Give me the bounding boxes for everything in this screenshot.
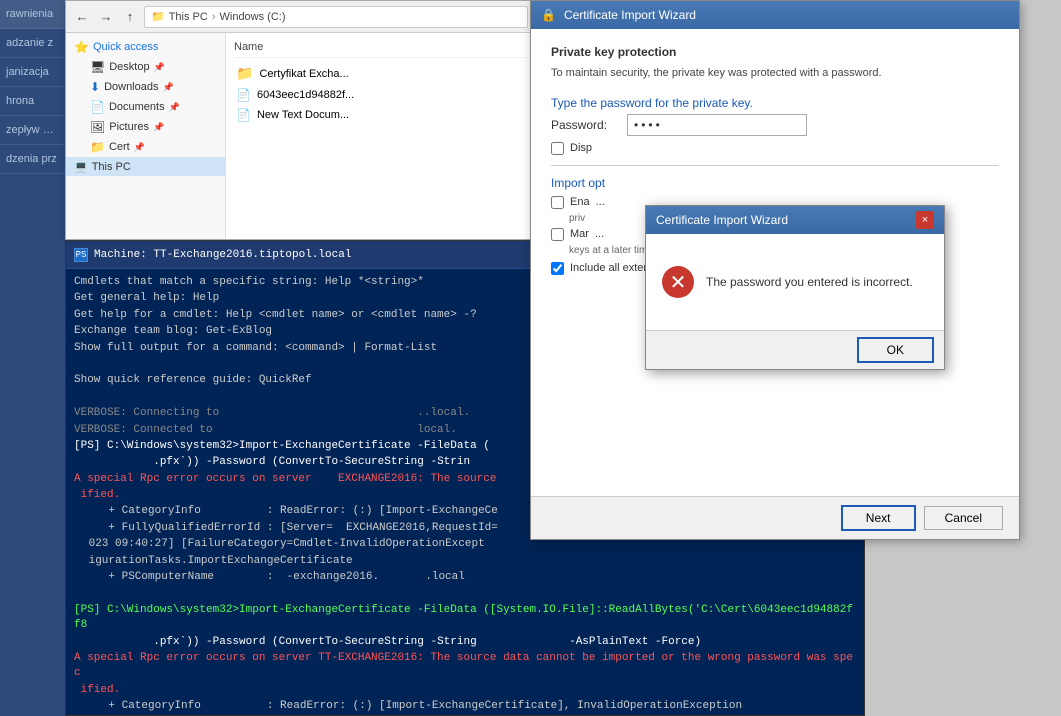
file-icon-6043: 📄 xyxy=(236,88,251,102)
cert-enable-label: Ena xyxy=(570,196,590,208)
cert-display-password-label: Disp xyxy=(570,142,592,154)
cert-section-title: Private key protection xyxy=(551,45,999,59)
cert-password-input[interactable] xyxy=(627,114,807,136)
content-item-6043[interactable]: 📄 6043eec1d94882f... xyxy=(234,85,526,105)
downloads-icon: ⬇ xyxy=(90,80,100,94)
cert-section-divider xyxy=(551,165,999,166)
sidebar-item-adzanie[interactable]: adzanie z xyxy=(0,29,65,58)
terminal-title: Machine: TT-Exchange2016.tiptopol.local xyxy=(94,249,351,261)
drive-label: Windows (C:) xyxy=(220,11,286,23)
cert-next-button[interactable]: Next xyxy=(841,505,916,531)
pin-cert: 📌 xyxy=(134,142,145,153)
pin-downloads: 📌 xyxy=(162,82,173,93)
cert-import-options-title: Import opt xyxy=(551,176,999,190)
cert-display-password-checkbox[interactable] xyxy=(551,142,564,155)
file-explorer-window: ← → ↑ 📁 This PC › Windows (C:) ⭐ Quick a… xyxy=(65,0,535,240)
sidebar-item-quick-access[interactable]: ⭐ Quick access xyxy=(66,37,225,57)
cert-section-desc: To maintain security, the private key wa… xyxy=(551,65,999,82)
sidebar-item-zeplyw[interactable]: zepływ poc xyxy=(0,116,65,145)
sidebar-item-documents[interactable]: 📄 Documents 📌 xyxy=(66,97,225,117)
terminal-line xyxy=(74,586,856,601)
up-button[interactable]: ↑ xyxy=(120,7,140,27)
new-text-label: New Text Docum... xyxy=(257,109,349,121)
cert-error-body: ✕ The password you entered is incorrect. xyxy=(646,234,944,330)
file-explorer-nav-panel: ⭐ Quick access 🖥 Desktop 📌 ⬇ Downloads 📌… xyxy=(66,33,226,239)
cert-cancel-button[interactable]: Cancel xyxy=(924,506,1003,530)
powershell-icon: PS xyxy=(74,248,88,262)
folder-icon: 📁 xyxy=(151,10,165,23)
file-explorer-titlebar: ← → ↑ 📁 This PC › Windows (C:) xyxy=(66,1,534,33)
folder-icon-certyfikat: 📁 xyxy=(236,65,253,82)
forward-button[interactable]: → xyxy=(96,7,116,27)
cert-enable-checkbox[interactable] xyxy=(551,196,564,209)
pin-desktop: 📌 xyxy=(154,62,165,73)
cert-folder-icon: 📁 xyxy=(90,140,105,154)
pictures-label: Pictures xyxy=(109,121,149,133)
downloads-label: Downloads xyxy=(104,81,158,93)
this-pc-icon: 💻 xyxy=(74,160,88,173)
cert-wizard-icon: 🔒 xyxy=(541,8,556,22)
left-sidebar: rawnienia adzanie z janizacja hrona zepł… xyxy=(0,0,65,716)
sidebar-item-janizacja[interactable]: janizacja xyxy=(0,58,65,87)
pin-documents: 📌 xyxy=(169,102,180,113)
terminal-line: .pfx`)) -Password (ConvertTo-SecureStrin… xyxy=(74,635,856,650)
desktop-label: Desktop xyxy=(109,61,149,73)
cert-password-row: Password: xyxy=(551,114,999,136)
file-explorer-content: Name 📁 Certyfikat Excha... 📄 6043eec1d94… xyxy=(226,33,534,239)
terminal-line: + CategoryInfo : ReadError: (:) [Import-… xyxy=(74,699,856,714)
cert-error-footer: OK xyxy=(646,330,944,369)
certyfikat-label: Certyfikat Excha... xyxy=(259,68,348,80)
cert-password-label: Password: xyxy=(551,118,621,132)
quick-access-label: Quick access xyxy=(93,41,158,53)
cert-display-password-row: Disp xyxy=(551,142,999,155)
cert-label: Cert xyxy=(109,141,130,153)
documents-icon: 📄 xyxy=(90,100,105,114)
cert-password-prompt: Type the password for the private key. xyxy=(551,96,999,110)
cert-wizard-titlebar: 🔒 Certificate Import Wizard xyxy=(531,1,1019,29)
pin-pictures: 📌 xyxy=(153,122,164,133)
sidebar-item-this-pc[interactable]: 💻 This PC xyxy=(66,157,225,176)
terminal-line: A special Rpc error occurs on server TT-… xyxy=(74,651,856,682)
cert-error-icon: ✕ xyxy=(662,266,694,298)
cert-error-titlebar: Certificate Import Wizard × xyxy=(646,206,944,234)
content-column-header: Name xyxy=(234,37,526,58)
sidebar-item-pictures[interactable]: 🖼 Pictures 📌 xyxy=(66,117,225,137)
cert-error-dialog: Certificate Import Wizard × ✕ The passwo… xyxy=(645,205,945,370)
cert-include-extended-checkbox[interactable] xyxy=(551,262,564,275)
sidebar-item-desktop[interactable]: 🖥 Desktop 📌 xyxy=(66,57,225,77)
desktop-icon: 🖥 xyxy=(90,60,105,74)
this-pc-label: This PC xyxy=(169,11,208,23)
file-icon-new-text: 📄 xyxy=(236,108,251,122)
content-item-certyfikat[interactable]: 📁 Certyfikat Excha... xyxy=(234,62,526,85)
quick-access-icon: ⭐ xyxy=(74,40,89,54)
cert-error-title: Certificate Import Wizard xyxy=(656,213,788,227)
documents-label: Documents xyxy=(109,101,165,113)
cert-enable-suffix: ... xyxy=(596,196,605,208)
cert-wizard-footer: Next Cancel xyxy=(531,496,1019,539)
this-pc-nav-label: This PC xyxy=(92,161,131,173)
address-bar[interactable]: 📁 This PC › Windows (C:) xyxy=(144,6,528,28)
terminal-line: igurationTasks.ImportExchangeCertificate xyxy=(74,554,856,569)
terminal-line: ified. xyxy=(74,683,856,698)
cert-ok-button[interactable]: OK xyxy=(857,337,934,363)
file-6043-label: 6043eec1d94882f... xyxy=(257,89,354,101)
cert-mark-suffix: ... xyxy=(595,228,604,240)
sidebar-item-hrona[interactable]: hrona xyxy=(0,87,65,116)
sidebar-item-dzenia[interactable]: dzenia prz xyxy=(0,145,65,174)
content-item-new-text[interactable]: 📄 New Text Docum... xyxy=(234,105,526,125)
breadcrumb-sep: › xyxy=(212,11,216,23)
cert-mark-checkbox[interactable] xyxy=(551,228,564,241)
cert-wizard-title: Certificate Import Wizard xyxy=(564,8,696,22)
terminal-line: [PS] C:\Windows\system32>Import-Exchange… xyxy=(74,603,856,634)
sidebar-item-downloads[interactable]: ⬇ Downloads 📌 xyxy=(66,77,225,97)
sidebar-item-cert[interactable]: 📁 Cert 📌 xyxy=(66,137,225,157)
terminal-line: + PSComputerName : -exchange2016. .local xyxy=(74,570,856,585)
file-explorer-body: ⭐ Quick access 🖥 Desktop 📌 ⬇ Downloads 📌… xyxy=(66,33,534,239)
cert-mark-label: Mar xyxy=(570,228,589,240)
sidebar-item-rawnienia[interactable]: rawnienia xyxy=(0,0,65,29)
back-button[interactable]: ← xyxy=(72,7,92,27)
cert-error-message: The password you entered is incorrect. xyxy=(706,275,913,289)
pictures-icon: 🖼 xyxy=(90,120,105,134)
cert-error-close-button[interactable]: × xyxy=(916,211,934,229)
